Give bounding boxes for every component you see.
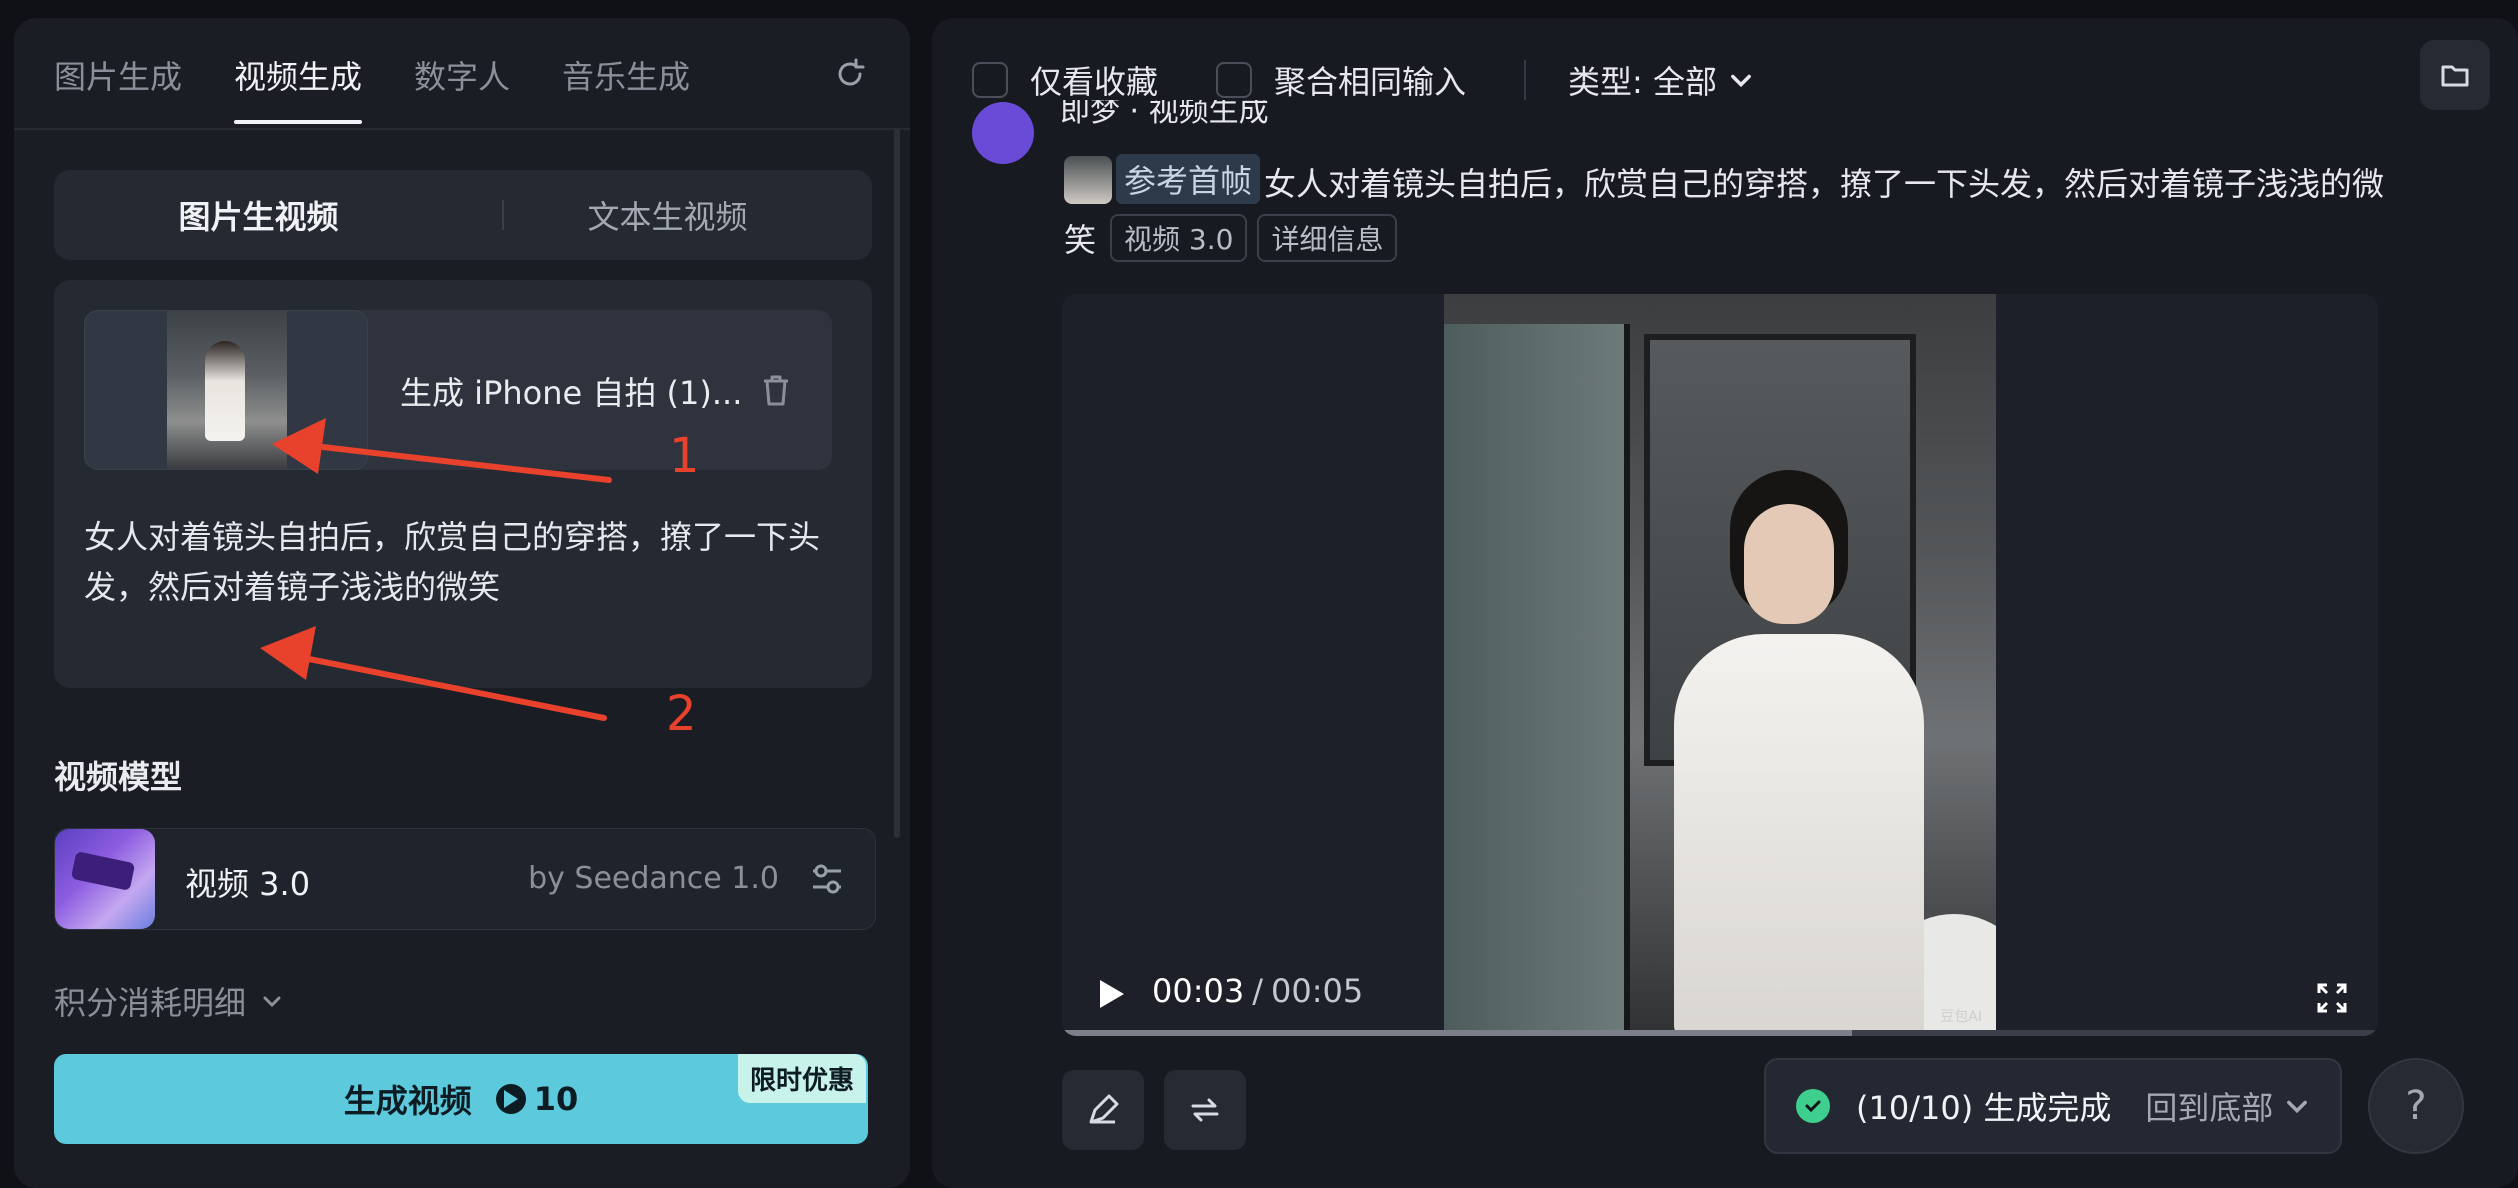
- credit-icon: [495, 1084, 526, 1114]
- trash-icon[interactable]: [760, 372, 792, 408]
- folder-icon: [2441, 65, 2469, 87]
- message-body: 女人对着镜头自拍后，欣赏自己的穿搭，撩了一下头发，然后对着镜子浅浅的微: [1264, 165, 2385, 203]
- favorites-only-checkbox[interactable]: [972, 62, 1008, 98]
- repeat-icon: [1191, 1098, 1219, 1122]
- play-icon[interactable]: [1096, 978, 1126, 1010]
- right-panel: 仅看收藏 聚合相同输入 类型: 全部 即梦 · 视频生成 女人对着镜头自拍后，欣…: [932, 18, 2518, 1188]
- message-text-tail: 笑: [1064, 221, 1097, 259]
- time-separator: /: [1252, 972, 1263, 1010]
- model-provider: by Seedance 1.0: [528, 861, 779, 896]
- settings-sliders-icon[interactable]: [809, 861, 845, 897]
- cost-details-label: 积分消耗明细: [54, 984, 247, 1022]
- message-meta: 笑 视频 3.0 详细信息: [1064, 214, 1407, 262]
- regenerate-button[interactable]: [1164, 1070, 1246, 1150]
- mode-switch: 图片生视频 文本生视频: [54, 170, 872, 260]
- merge-inputs-label[interactable]: 聚合相同输入: [1274, 57, 1466, 103]
- video-time: 00:03/00:05: [1152, 972, 1363, 1010]
- mode-image-to-video[interactable]: 图片生视频: [54, 192, 463, 238]
- tab-image-generation[interactable]: 图片生成: [54, 52, 182, 112]
- chevron-down-icon: [263, 996, 281, 1008]
- cost-details-toggle[interactable]: 积分消耗明细: [54, 978, 284, 1024]
- chevron-down-icon[interactable]: [1727, 66, 1755, 94]
- tab-music-generation[interactable]: 音乐生成: [562, 52, 690, 112]
- model-selector[interactable]: 视频 3.0 by Seedance 1.0: [54, 828, 876, 930]
- help-button[interactable]: ?: [2368, 1058, 2464, 1154]
- scene-figure-robe: [1674, 634, 1924, 1036]
- annotation-label-1: 1: [669, 428, 700, 484]
- scene-figure-head: [1744, 504, 1834, 624]
- video-progress-fill: [1062, 1030, 1852, 1036]
- scrollbar[interactable]: [894, 128, 900, 838]
- mode-separator: [502, 200, 504, 230]
- merge-inputs-checkbox[interactable]: [1216, 62, 1253, 98]
- generate-cost: 10: [533, 1080, 579, 1118]
- back-to-bottom-button[interactable]: 回到底部: [2145, 1083, 2273, 1129]
- generation-status[interactable]: (10/10) 生成完成 回到底部: [1764, 1058, 2342, 1154]
- generation-tabs: 图片生成 视频生成 数字人 音乐生成: [54, 52, 742, 124]
- watermark: 豆包AI: [1940, 1009, 1982, 1025]
- video-player[interactable]: 豆包AI 00:03/00:05: [1062, 294, 2378, 1036]
- model-name: 视频 3.0: [185, 865, 311, 903]
- scene-door: [1444, 324, 1630, 1036]
- tab-digital-human[interactable]: 数字人: [414, 52, 510, 112]
- pencil-icon: [1089, 1094, 1119, 1124]
- reference-frame-thumbnail[interactable]: [1064, 156, 1112, 204]
- file-name: 生成 iPhone 自拍 (1)...: [400, 374, 743, 412]
- current-time: 00:03: [1152, 972, 1245, 1010]
- edit-button[interactable]: [1062, 1070, 1144, 1150]
- generate-video-button[interactable]: 生成视频 10 限时优惠: [54, 1054, 868, 1144]
- model-section-title: 视频模型: [54, 758, 183, 796]
- video-frame: 豆包AI: [1444, 294, 1996, 1036]
- status-text: (10/10) 生成完成: [1856, 1089, 2112, 1127]
- video-progress-bar[interactable]: [1062, 1030, 2378, 1036]
- details-chip[interactable]: 详细信息: [1257, 214, 1398, 262]
- message-header-text: 即梦 · 视频生成: [1060, 100, 1269, 129]
- favorites-only-label[interactable]: 仅看收藏: [1030, 57, 1158, 103]
- tab-video-generation[interactable]: 视频生成: [234, 52, 363, 124]
- annotation-arrows: [260, 418, 612, 721]
- fullscreen-icon[interactable]: [2316, 982, 2348, 1014]
- refresh-icon[interactable]: [830, 54, 870, 94]
- message-text: 女人对着镜头自拍后，欣赏自己的穿搭，撩了一下头发，然后对着镜子浅浅的微: [1064, 156, 2464, 212]
- message-header: 即梦 · 视频生成: [1060, 100, 1269, 130]
- folder-button[interactable]: [2420, 40, 2490, 110]
- chevron-down-icon[interactable]: [2283, 1092, 2311, 1120]
- duration: 00:05: [1271, 972, 1364, 1010]
- model-chip[interactable]: 视频 3.0: [1110, 214, 1248, 262]
- mode-text-to-video[interactable]: 文本生视频: [463, 192, 872, 238]
- tabs-divider: [14, 128, 910, 130]
- model-icon: [55, 829, 155, 929]
- reference-frame-tag[interactable]: 参考首帧: [1116, 154, 1261, 204]
- avatar: [972, 102, 1034, 164]
- type-filter-dropdown[interactable]: 类型: 全部: [1568, 57, 1717, 103]
- promo-badge: 限时优惠: [737, 1054, 866, 1103]
- generate-label: 生成视频: [343, 1082, 472, 1120]
- toolbar-divider: [1524, 60, 1527, 100]
- annotation-label-2: 2: [666, 686, 697, 742]
- check-circle-icon: [1796, 1089, 1830, 1123]
- left-panel: 图片生成 视频生成 数字人 音乐生成 图片生视频 文本生视频 生成 iPhone…: [14, 18, 910, 1188]
